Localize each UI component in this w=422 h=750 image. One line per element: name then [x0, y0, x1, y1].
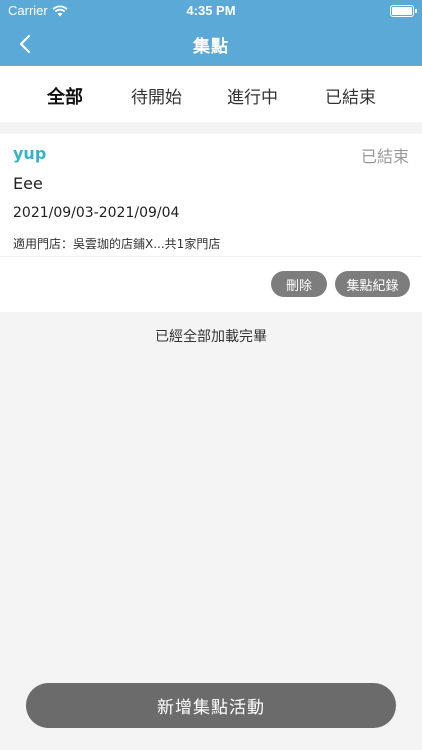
status-time: 4:35 PM [186, 3, 236, 18]
campaign-date-range: 2021/09/03-2021/09/04 [13, 205, 180, 221]
campaign-description: Eee [13, 174, 43, 193]
store-label: 適用門店： [13, 237, 74, 251]
campaign-name: yup [13, 144, 47, 163]
delete-button[interactable]: 刪除 [271, 271, 327, 297]
battery-icon [390, 5, 417, 17]
store-value: 吳雲珈的店鋪X...共1家門店 [73, 237, 221, 251]
filter-tabs: 全部 待開始 進行中 已結束 [0, 66, 422, 122]
page-title: 集點 [193, 37, 229, 57]
nav-bar: 集點 [0, 22, 422, 66]
tab-pending[interactable]: 待開始 [131, 83, 182, 108]
tab-all[interactable]: 全部 [47, 83, 83, 109]
load-complete-message: 已經全部加載完畢 [155, 329, 267, 345]
tab-ended[interactable]: 已結束 [325, 83, 376, 108]
campaign-card[interactable]: yup 已結束 Eee 2021/09/03-2021/09/04 適用門店：吳… [0, 134, 422, 312]
status-badge: 已結束 [360, 147, 409, 166]
card-divider [0, 256, 422, 257]
campaign-stores: 適用門店：吳雲珈的店鋪X...共1家門店 [13, 235, 220, 252]
add-campaign-button[interactable]: 新增集點活動 [26, 683, 396, 728]
points-record-button[interactable]: 集點紀錄 [335, 271, 410, 297]
status-bar: Carrier 4:35 PM [0, 0, 422, 22]
tab-in-progress[interactable]: 進行中 [227, 83, 278, 108]
